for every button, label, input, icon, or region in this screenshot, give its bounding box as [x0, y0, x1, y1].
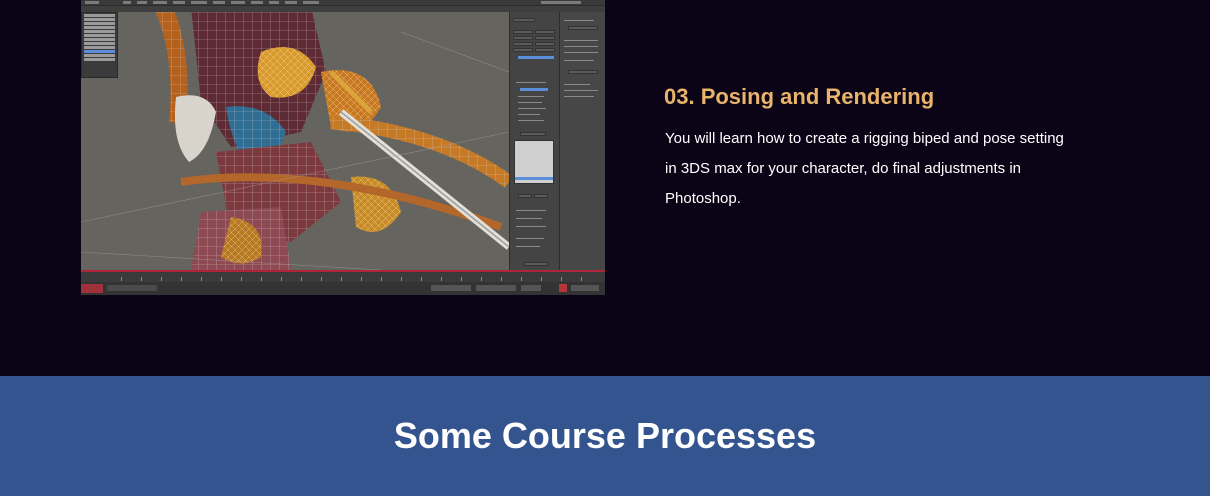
banner-heading: Some Course Processes — [393, 415, 817, 456]
max-statusbar — [81, 282, 605, 295]
section-description: You will learn how to create a rigging b… — [665, 130, 1064, 207]
viewport-character — [81, 12, 509, 270]
top-section: 03. Posing and Rendering You will learn … — [0, 0, 1210, 376]
section-title: 03. Posing and Rendering — [664, 84, 935, 109]
properties-panel — [559, 12, 605, 270]
course-processes-banner: Some Course Processes — [0, 376, 1210, 496]
3dsmax-screenshot — [81, 0, 605, 295]
timeline-slider — [81, 270, 605, 282]
command-panel — [509, 12, 559, 270]
character-wireframe-viewport — [81, 12, 509, 270]
scene-explorer-panel — [81, 12, 118, 78]
